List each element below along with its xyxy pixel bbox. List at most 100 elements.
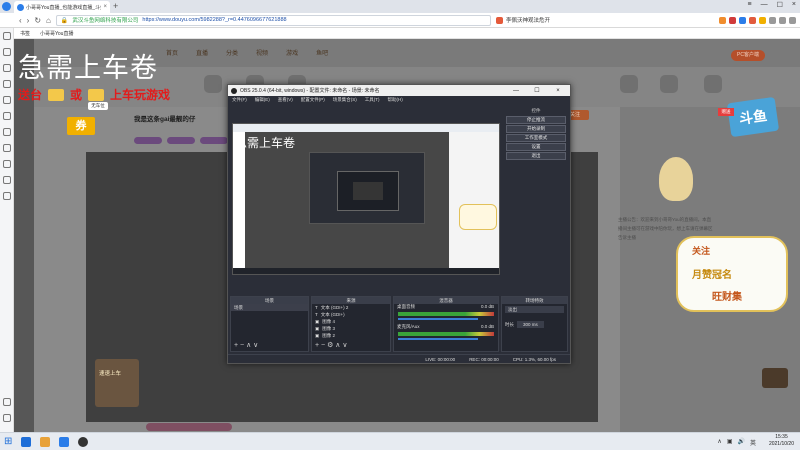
pc-client-button[interactable]: PC客户端 <box>731 50 765 61</box>
back-button[interactable]: ‹ <box>19 16 22 25</box>
source-item[interactable]: ▣ 图像 4 <box>312 318 390 325</box>
obs-taskbar-icon[interactable] <box>78 436 89 447</box>
reward-line: 关注 <box>692 246 711 256</box>
volume-slider[interactable] <box>398 338 478 340</box>
start-recording-button[interactable]: 开始录制 <box>506 125 566 133</box>
menu-live[interactable]: 直播 <box>196 48 208 57</box>
lock-icon: 🔒 <box>60 17 69 24</box>
obs-preview[interactable]: 急需上车卷 <box>232 123 500 275</box>
menu-home[interactable]: 首页 <box>166 48 178 57</box>
clock[interactable]: 15:35 2021/10/20 <box>769 434 794 448</box>
tab-close-icon[interactable]: × <box>103 4 107 10</box>
weibo-icon[interactable] <box>3 112 11 120</box>
extension-icon[interactable] <box>719 16 726 24</box>
tag-badge[interactable] <box>167 137 195 144</box>
search-engine-icon[interactable] <box>496 16 503 24</box>
star-icon[interactable] <box>759 16 766 24</box>
mail-icon[interactable] <box>3 160 11 168</box>
obs-maximize-button[interactable]: ☐ <box>528 87 546 94</box>
menu-game[interactable]: 游戏 <box>286 48 298 57</box>
duration-input[interactable]: 300 ms <box>517 321 544 328</box>
video-icon[interactable] <box>729 16 736 24</box>
transition-select[interactable]: 淡出 <box>505 306 564 313</box>
category-icon[interactable] <box>660 75 678 93</box>
obs-minimize-button[interactable]: — <box>507 88 525 94</box>
reading-icon[interactable] <box>3 48 11 56</box>
browser-sidebar <box>0 28 14 432</box>
system-tray: ∧ ▣ 🔊 英 <box>717 438 756 447</box>
app-icon[interactable] <box>3 176 11 184</box>
translate-icon[interactable] <box>739 16 746 24</box>
category-icon[interactable] <box>704 75 722 93</box>
live-status: LIVE: 00:00:00 <box>425 356 456 362</box>
browser-taskbar-icon[interactable] <box>59 436 70 447</box>
network-icon[interactable]: ▣ <box>727 438 733 447</box>
home-button[interactable]: ⌂ <box>46 16 51 25</box>
source-item[interactable]: ▣ 图像 2 <box>312 332 390 339</box>
browser-logo-icon[interactable] <box>2 2 11 11</box>
note-icon[interactable] <box>3 144 11 152</box>
source-item[interactable]: T 文本 (GDI+) 2 <box>312 304 390 311</box>
url-field[interactable]: 🔒 武汉斗鱼网络科技有限公司 https://www.douyu.com/598… <box>55 14 491 26</box>
menu-category[interactable]: 分类 <box>226 48 238 57</box>
obs-menu-edit[interactable]: 编辑(E) <box>255 97 270 103</box>
start-button[interactable]: ⊞ <box>4 436 12 447</box>
bookmark-item[interactable]: 小哥哥You直播 <box>40 30 73 37</box>
source-item[interactable]: T 文本 (GDI+) <box>312 311 390 318</box>
minimize-button[interactable]: — <box>761 1 768 9</box>
favorites-icon[interactable] <box>3 32 11 40</box>
download-icon[interactable] <box>3 80 11 88</box>
game-entry-icon[interactable] <box>762 368 788 388</box>
chat-input[interactable] <box>146 423 232 431</box>
file-explorer-icon[interactable] <box>40 436 51 447</box>
volume-icon[interactable]: 🔊 <box>738 438 745 447</box>
maximize-button[interactable]: ☐ <box>777 1 783 9</box>
ime-icon[interactable]: 英 <box>750 438 756 447</box>
close-button[interactable]: × <box>792 1 796 9</box>
hot-search-text[interactable]: 李佩沃神观法危开 <box>506 16 550 24</box>
url-text[interactable]: https://www.douyu.com/5982288?_r=0.44760… <box>142 17 286 23</box>
menu-forum[interactable]: 鱼吧 <box>316 48 328 57</box>
tray-expand-icon[interactable]: ∧ <box>717 438 721 447</box>
promo-card[interactable]: 速速上车 <box>95 359 139 407</box>
menu-button[interactable]: ≡ <box>748 1 752 9</box>
source-controls[interactable]: + − ⚙ ∧ ∨ <box>315 341 347 349</box>
browser-tab[interactable]: 小哥哥You直播_也能游戏直播_斗鱼 × <box>14 1 110 13</box>
bell-icon[interactable] <box>779 16 786 24</box>
forward-button[interactable]: › <box>27 16 30 25</box>
source-item[interactable]: ▣ 图像 3 <box>312 325 390 332</box>
settings-button[interactable]: 设置 <box>506 143 566 151</box>
taskbar-app-icon[interactable] <box>21 436 32 447</box>
exit-button[interactable]: 退出 <box>506 152 566 160</box>
obs-menu-profile[interactable]: 配置文件(P) <box>301 97 325 103</box>
obs-menu-tools[interactable]: 工具(T) <box>365 97 380 103</box>
scene-controls[interactable]: + − ∧ ∨ <box>234 341 258 349</box>
obs-menu-file[interactable]: 文件(F) <box>232 97 247 103</box>
tag-badge[interactable] <box>200 137 228 144</box>
bookmarks-folder[interactable]: 书签 <box>20 30 30 37</box>
search-icon[interactable] <box>3 96 11 104</box>
history-icon[interactable] <box>3 64 11 72</box>
stop-streaming-button[interactable]: 停止推流 <box>506 116 566 124</box>
category-icon[interactable] <box>620 75 638 93</box>
reward-line: 旺财集 <box>712 292 742 303</box>
tag-badge[interactable] <box>134 137 162 144</box>
new-tab-button[interactable]: + <box>113 1 118 12</box>
menu-video[interactable]: 视频 <box>256 48 268 57</box>
sidebar-settings-icon[interactable] <box>3 414 11 422</box>
scene-item[interactable]: 场景 <box>231 304 308 311</box>
volume-slider[interactable] <box>398 318 478 320</box>
obs-close-button[interactable]: × <box>549 88 567 94</box>
settings-icon[interactable] <box>789 16 796 24</box>
undo-icon[interactable] <box>769 16 776 24</box>
obs-menu-view[interactable]: 查看(V) <box>278 97 293 103</box>
ad-block-icon[interactable] <box>749 16 756 24</box>
obs-menu-help[interactable]: 帮助(H) <box>388 97 403 103</box>
add-sidebar-icon[interactable] <box>3 398 11 406</box>
shop-icon[interactable] <box>3 192 11 200</box>
obs-menu-scenes[interactable]: 场景集合(S) <box>333 97 357 103</box>
chat-icon[interactable] <box>3 128 11 136</box>
category-icon[interactable] <box>204 75 222 93</box>
reload-button[interactable]: ↻ <box>34 16 41 25</box>
studio-mode-button[interactable]: 工作室模式 <box>506 134 566 142</box>
